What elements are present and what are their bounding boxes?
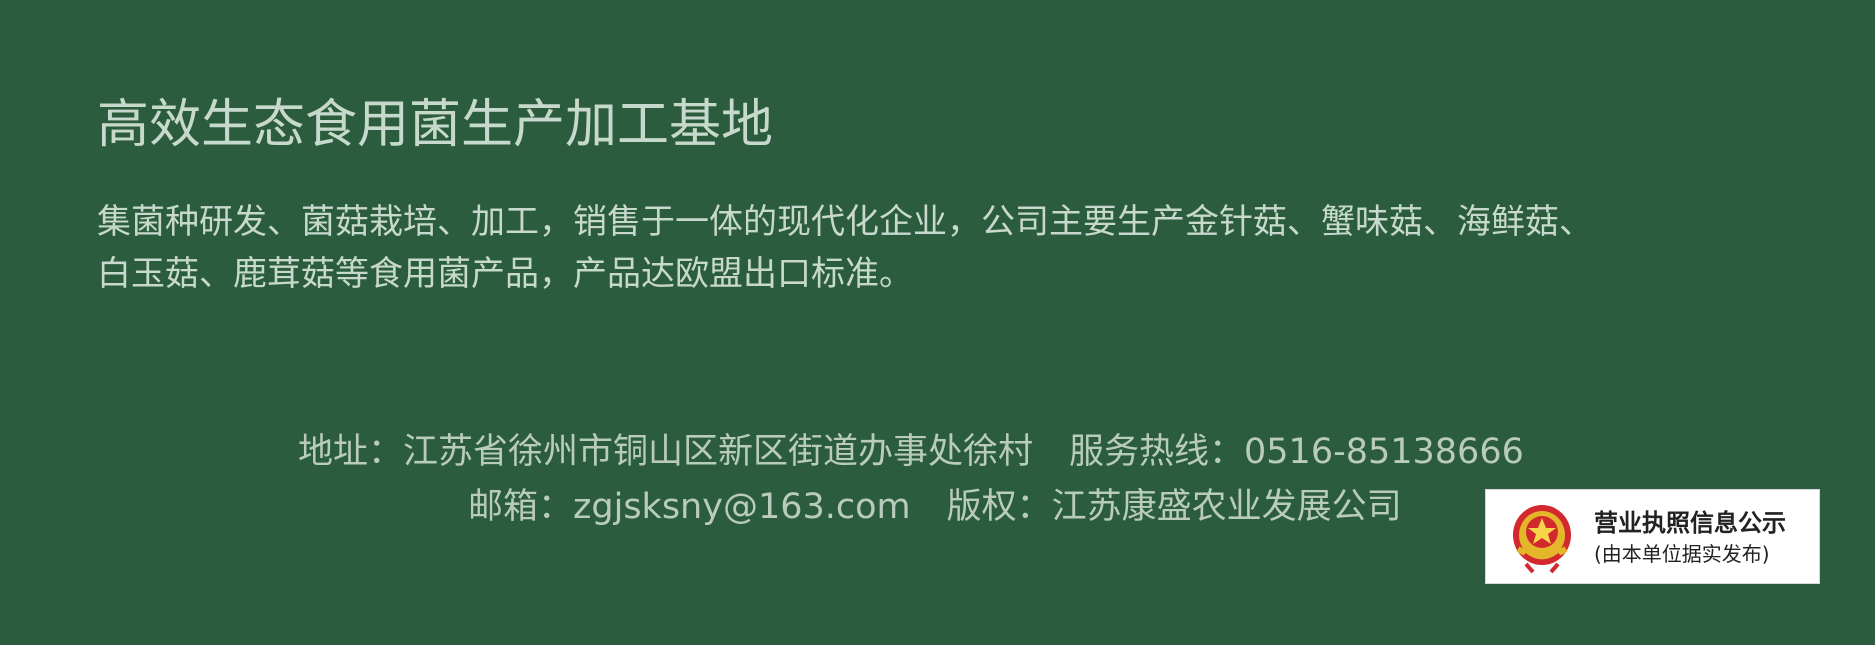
- contact-row-address: 地址：江苏省徐州市铜山区新区街道办事处徐村 服务热线：0516-85138666: [298, 425, 1524, 479]
- copyright-text: 版权：江苏康盛农业发展公司: [946, 487, 1402, 527]
- footer-title: 高效生态食用菌生产加工基地: [97, 95, 774, 155]
- business-license-badge[interactable]: 营业执照信息公示 (由本单位据实发布): [1485, 489, 1820, 584]
- email-text: 邮箱：zgjsksny@163.com: [468, 487, 911, 527]
- license-subtitle: (由本单位据实发布): [1594, 542, 1770, 566]
- hotline-text: 服务热线：0516-85138666: [1069, 432, 1524, 472]
- company-description: 集菌种研发、菌菇栽培、加工，销售于一体的现代化企业，公司主要生产金针菇、蟹味菇、…: [97, 196, 1797, 300]
- company-footer: 高效生态食用菌生产加工基地 集菌种研发、菌菇栽培、加工，销售于一体的现代化企业，…: [0, 0, 1875, 645]
- description-line-1: 集菌种研发、菌菇栽培、加工，销售于一体的现代化企业，公司主要生产金针菇、蟹味菇、…: [97, 202, 1593, 242]
- description-line-2: 白玉菇、鹿茸菇等食用菌产品，产品达欧盟出口标准。: [97, 254, 913, 294]
- address-text: 地址：江苏省徐州市铜山区新区街道办事处徐村: [298, 432, 1034, 472]
- national-emblem-icon: [1513, 505, 1571, 574]
- license-title: 营业执照信息公示: [1594, 509, 1786, 537]
- contact-row-email: 邮箱：zgjsksny@163.com 版权：江苏康盛农业发展公司: [468, 480, 1402, 534]
